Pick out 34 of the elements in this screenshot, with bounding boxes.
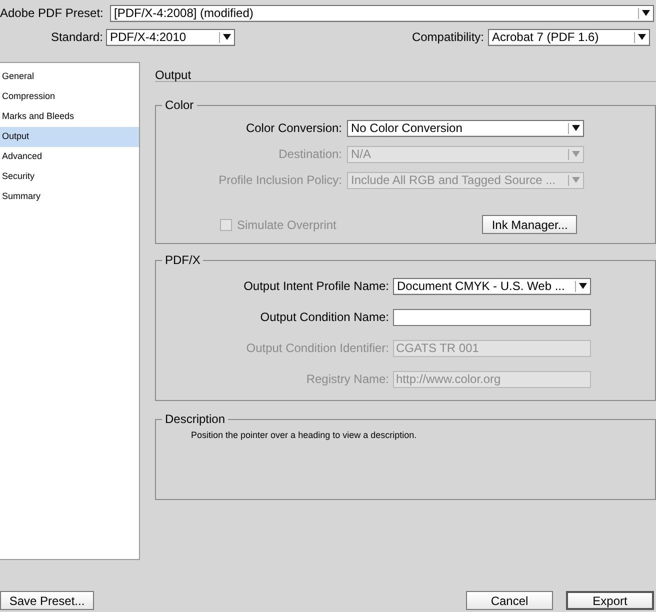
field-label: Output Intent Profile Name: [242,278,390,295]
caret-icon [642,10,650,16]
field-label: Profile Inclusion Policy: [218,172,343,189]
dialog-button[interactable]: Save Preset... [0,591,94,610]
group-title: PDF/X [164,252,202,269]
caret-icon [579,283,587,289]
dropdown[interactable]: Document CMYK - U.S. Web ... [393,278,591,294]
compatibility-dropdown[interactable]: Acrobat 7 (PDF 1.6) [488,28,650,46]
dialog-button[interactable]: Cancel [466,591,553,610]
group-title: Color [164,97,195,114]
preset-label: Adobe PDF Preset: [0,5,104,22]
input-field[interactable] [393,308,591,326]
caret-icon [572,125,580,131]
ink-manager-button[interactable]: Ink Manager... [482,215,578,234]
field-label: Destination: [278,146,343,163]
field-label: Output Condition Identifier: [245,340,390,357]
caret-icon [638,34,646,40]
caret-icon [572,151,580,157]
preset-dropdown[interactable]: [PDF/X-4:2008] (modified) [110,4,654,22]
standard-label: Standard: [50,29,104,46]
description-text: Position the pointer over a heading to view a description. [191,429,418,442]
field-label: Registry Name: [305,371,390,388]
group-title: Description [164,411,226,428]
export-button[interactable]: Export [566,591,654,610]
sidebar-item[interactable]: Output [0,127,139,147]
checkbox-label: Simulate Overprint [237,216,336,234]
standard-dropdown[interactable]: PDF/X-4:2010 [106,28,235,46]
section-title: Output [155,62,656,82]
compatibility-label: Compatibility: [410,29,485,46]
dropdown[interactable]: No Color Conversion [347,120,584,136]
caret-icon [223,34,231,40]
field-label: Color Conversion: [244,120,343,137]
field-label: Output Condition Name: [259,309,390,326]
caret-icon [572,177,580,183]
